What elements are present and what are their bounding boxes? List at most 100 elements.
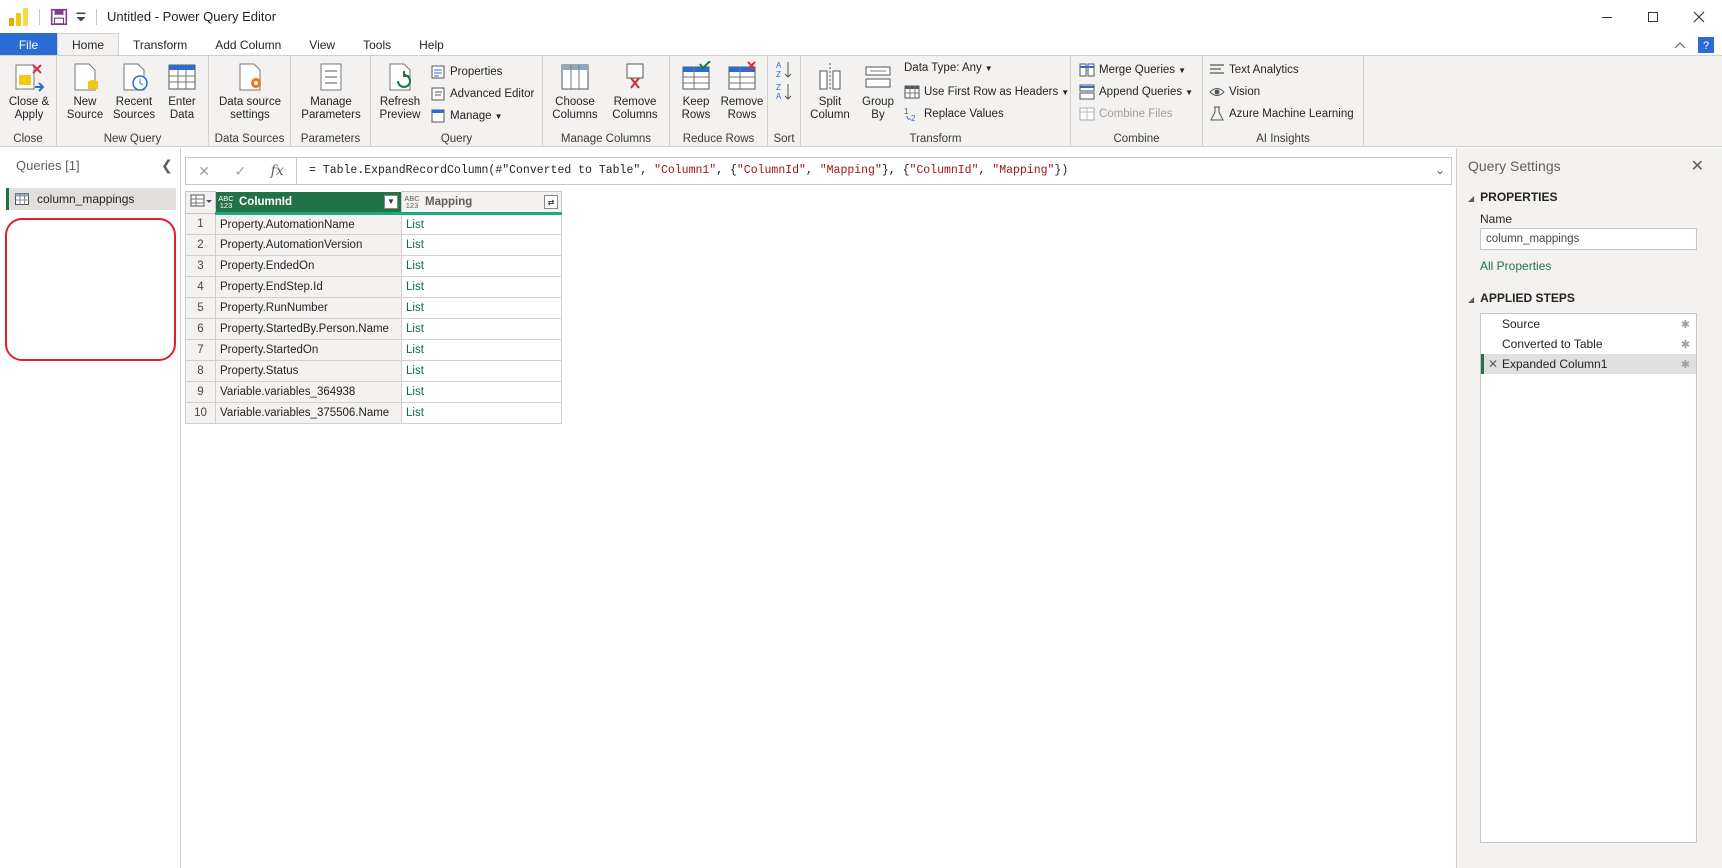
- formula-text[interactable]: = Table.ExpandRecordColumn(#"Converted t…: [309, 164, 1068, 177]
- enter-data-button[interactable]: Enter Data: [161, 61, 203, 122]
- choose-columns-button[interactable]: Choose Columns: [548, 61, 602, 122]
- manage-dropdown[interactable]: Manage ▼: [430, 108, 502, 124]
- applied-steps-section-header[interactable]: ◢ APPLIED STEPS: [1468, 291, 1575, 305]
- manage-parameters-button[interactable]: Manage Parameters: [295, 61, 367, 122]
- formula-part: }): [1054, 164, 1069, 177]
- data-source-settings-button[interactable]: Data source settings: [214, 61, 286, 122]
- cell-mapping-list-link[interactable]: List: [401, 339, 562, 361]
- table-menu-button[interactable]: [185, 191, 216, 214]
- cell-columnid[interactable]: Property.RunNumber: [215, 297, 402, 319]
- split-column-button[interactable]: Split Column: [806, 61, 854, 122]
- azure-ml-button[interactable]: Azure Machine Learning: [1209, 106, 1354, 122]
- query-item[interactable]: column_mappings: [6, 188, 176, 210]
- cell-columnid[interactable]: Property.StartedBy.Person.Name: [215, 318, 402, 340]
- tab-tools[interactable]: Tools: [349, 33, 405, 56]
- close-window-button[interactable]: [1676, 0, 1722, 33]
- data-type-dropdown[interactable]: Data Type: Any ▼: [904, 62, 993, 74]
- cell-columnid[interactable]: Variable.variables_364938: [215, 381, 402, 403]
- advanced-editor-button[interactable]: Advanced Editor: [430, 86, 534, 102]
- applied-step-selected[interactable]: ✕ Expanded Column1 ✱: [1481, 354, 1696, 374]
- chevron-down-icon[interactable]: ⌄: [1435, 163, 1445, 177]
- tab-file[interactable]: File: [0, 33, 57, 56]
- tab-transform[interactable]: Transform: [119, 33, 201, 56]
- cell-mapping-list-link[interactable]: List: [401, 402, 562, 424]
- sort-ascending-button[interactable]: AZ: [776, 60, 792, 80]
- data-grid: ABC 123 ColumnId ▼ ABC 123 Mapping ⇄ 1 Pr…: [185, 191, 562, 424]
- cancel-formula-icon[interactable]: ✕: [198, 163, 210, 180]
- cell-mapping-list-link[interactable]: List: [401, 381, 562, 403]
- combine-files-button[interactable]: Combine Files: [1079, 106, 1173, 122]
- append-queries-button[interactable]: Append Queries ▼: [1079, 84, 1193, 100]
- row-number: 8: [185, 360, 216, 382]
- cell-mapping-list-link[interactable]: List: [401, 255, 562, 277]
- refresh-preview-button[interactable]: Refresh Preview: [376, 61, 424, 122]
- cell-columnid[interactable]: Property.AutomationName: [215, 213, 402, 235]
- insert-function-icon[interactable]: fx: [271, 163, 284, 179]
- properties-button[interactable]: Properties: [430, 64, 502, 80]
- expand-column-icon[interactable]: ⇄: [544, 195, 558, 209]
- cell-mapping-list-link[interactable]: List: [401, 276, 562, 298]
- applied-step[interactable]: Converted to Table ✱: [1481, 334, 1696, 354]
- divider: [39, 8, 40, 25]
- vision-button[interactable]: Vision: [1209, 84, 1260, 100]
- cell-columnid[interactable]: Variable.variables_375506.Name: [215, 402, 402, 424]
- use-first-row-headers-icon: [904, 85, 920, 99]
- group-label: New Query: [103, 133, 162, 145]
- type-any-icon[interactable]: ABC 123: [216, 195, 236, 210]
- text-analytics-button[interactable]: Text Analytics: [1209, 62, 1299, 78]
- keep-rows-button[interactable]: Keep Rows: [674, 61, 718, 122]
- minimize-button[interactable]: [1584, 0, 1630, 33]
- column-header-columnid[interactable]: ABC 123 ColumnId ▼: [215, 191, 402, 215]
- remove-rows-button[interactable]: Remove Rows: [720, 61, 764, 122]
- quick-access-dropdown-icon[interactable]: [72, 8, 90, 26]
- type-any-icon[interactable]: ABC 123: [402, 195, 422, 210]
- group-label: Query: [440, 133, 473, 145]
- queries-pane: Queries [1] ❮ column_mappings: [0, 148, 181, 868]
- gear-icon[interactable]: ✱: [1681, 318, 1690, 331]
- maximize-button[interactable]: [1630, 0, 1676, 33]
- help-icon[interactable]: ?: [1698, 36, 1714, 53]
- cell-mapping-list-link[interactable]: List: [401, 213, 562, 235]
- group-by-button[interactable]: Group By: [858, 61, 898, 122]
- cell-mapping-list-link[interactable]: List: [401, 297, 562, 319]
- sort-descending-button[interactable]: ZA: [776, 82, 792, 102]
- svg-text:?: ?: [1703, 40, 1709, 52]
- save-icon[interactable]: [50, 8, 68, 26]
- manage-parameters-label: Manage Parameters: [301, 96, 361, 121]
- tab-view[interactable]: View: [295, 33, 349, 56]
- close-apply-button[interactable]: Close & Apply: [6, 61, 52, 122]
- tab-help[interactable]: Help: [405, 33, 458, 56]
- query-name-field[interactable]: column_mappings: [1480, 228, 1697, 250]
- collapse-ribbon-icon[interactable]: [1674, 40, 1686, 50]
- cell-columnid[interactable]: Property.AutomationVersion: [215, 234, 402, 256]
- remove-columns-button[interactable]: Remove Columns: [606, 61, 664, 122]
- filter-dropdown-icon[interactable]: ▼: [384, 194, 398, 209]
- formula-part: ,: [805, 164, 820, 177]
- delete-step-icon[interactable]: ✕: [1488, 357, 1498, 371]
- cell-mapping-list-link[interactable]: List: [401, 234, 562, 256]
- formula-bar: ✕ ✓ fx = Table.ExpandRecordColumn(#"Conv…: [185, 157, 1452, 185]
- recent-sources-button[interactable]: Recent Sources: [111, 61, 157, 122]
- close-icon[interactable]: ✕: [1691, 156, 1704, 176]
- all-properties-link[interactable]: All Properties: [1480, 259, 1551, 273]
- cell-columnid[interactable]: Property.EndedOn: [215, 255, 402, 277]
- merge-queries-button[interactable]: Merge Queries ▼: [1079, 62, 1186, 78]
- cell-columnid[interactable]: Property.EndStep.Id: [215, 276, 402, 298]
- properties-section-header[interactable]: ◢ PROPERTIES: [1468, 190, 1558, 204]
- tab-add-column[interactable]: Add Column: [201, 33, 295, 56]
- replace-values-button[interactable]: 12 Replace Values: [904, 106, 1004, 122]
- column-header-mapping[interactable]: ABC 123 Mapping ⇄: [401, 191, 562, 215]
- applied-step[interactable]: Source ✱: [1481, 314, 1696, 334]
- cell-columnid[interactable]: Property.Status: [215, 360, 402, 382]
- cell-columnid[interactable]: Property.StartedOn: [215, 339, 402, 361]
- gear-icon[interactable]: ✱: [1681, 358, 1690, 371]
- gear-icon[interactable]: ✱: [1681, 338, 1690, 351]
- text-analytics-icon: [1210, 64, 1224, 74]
- cell-mapping-list-link[interactable]: List: [401, 360, 562, 382]
- new-source-button[interactable]: New Source: [63, 61, 107, 122]
- tab-home[interactable]: Home: [57, 33, 120, 56]
- cell-mapping-list-link[interactable]: List: [401, 318, 562, 340]
- commit-formula-icon[interactable]: ✓: [234, 163, 246, 180]
- collapse-pane-icon[interactable]: ❮: [161, 157, 173, 174]
- use-first-row-headers-button[interactable]: Use First Row as Headers ▼: [904, 84, 1069, 100]
